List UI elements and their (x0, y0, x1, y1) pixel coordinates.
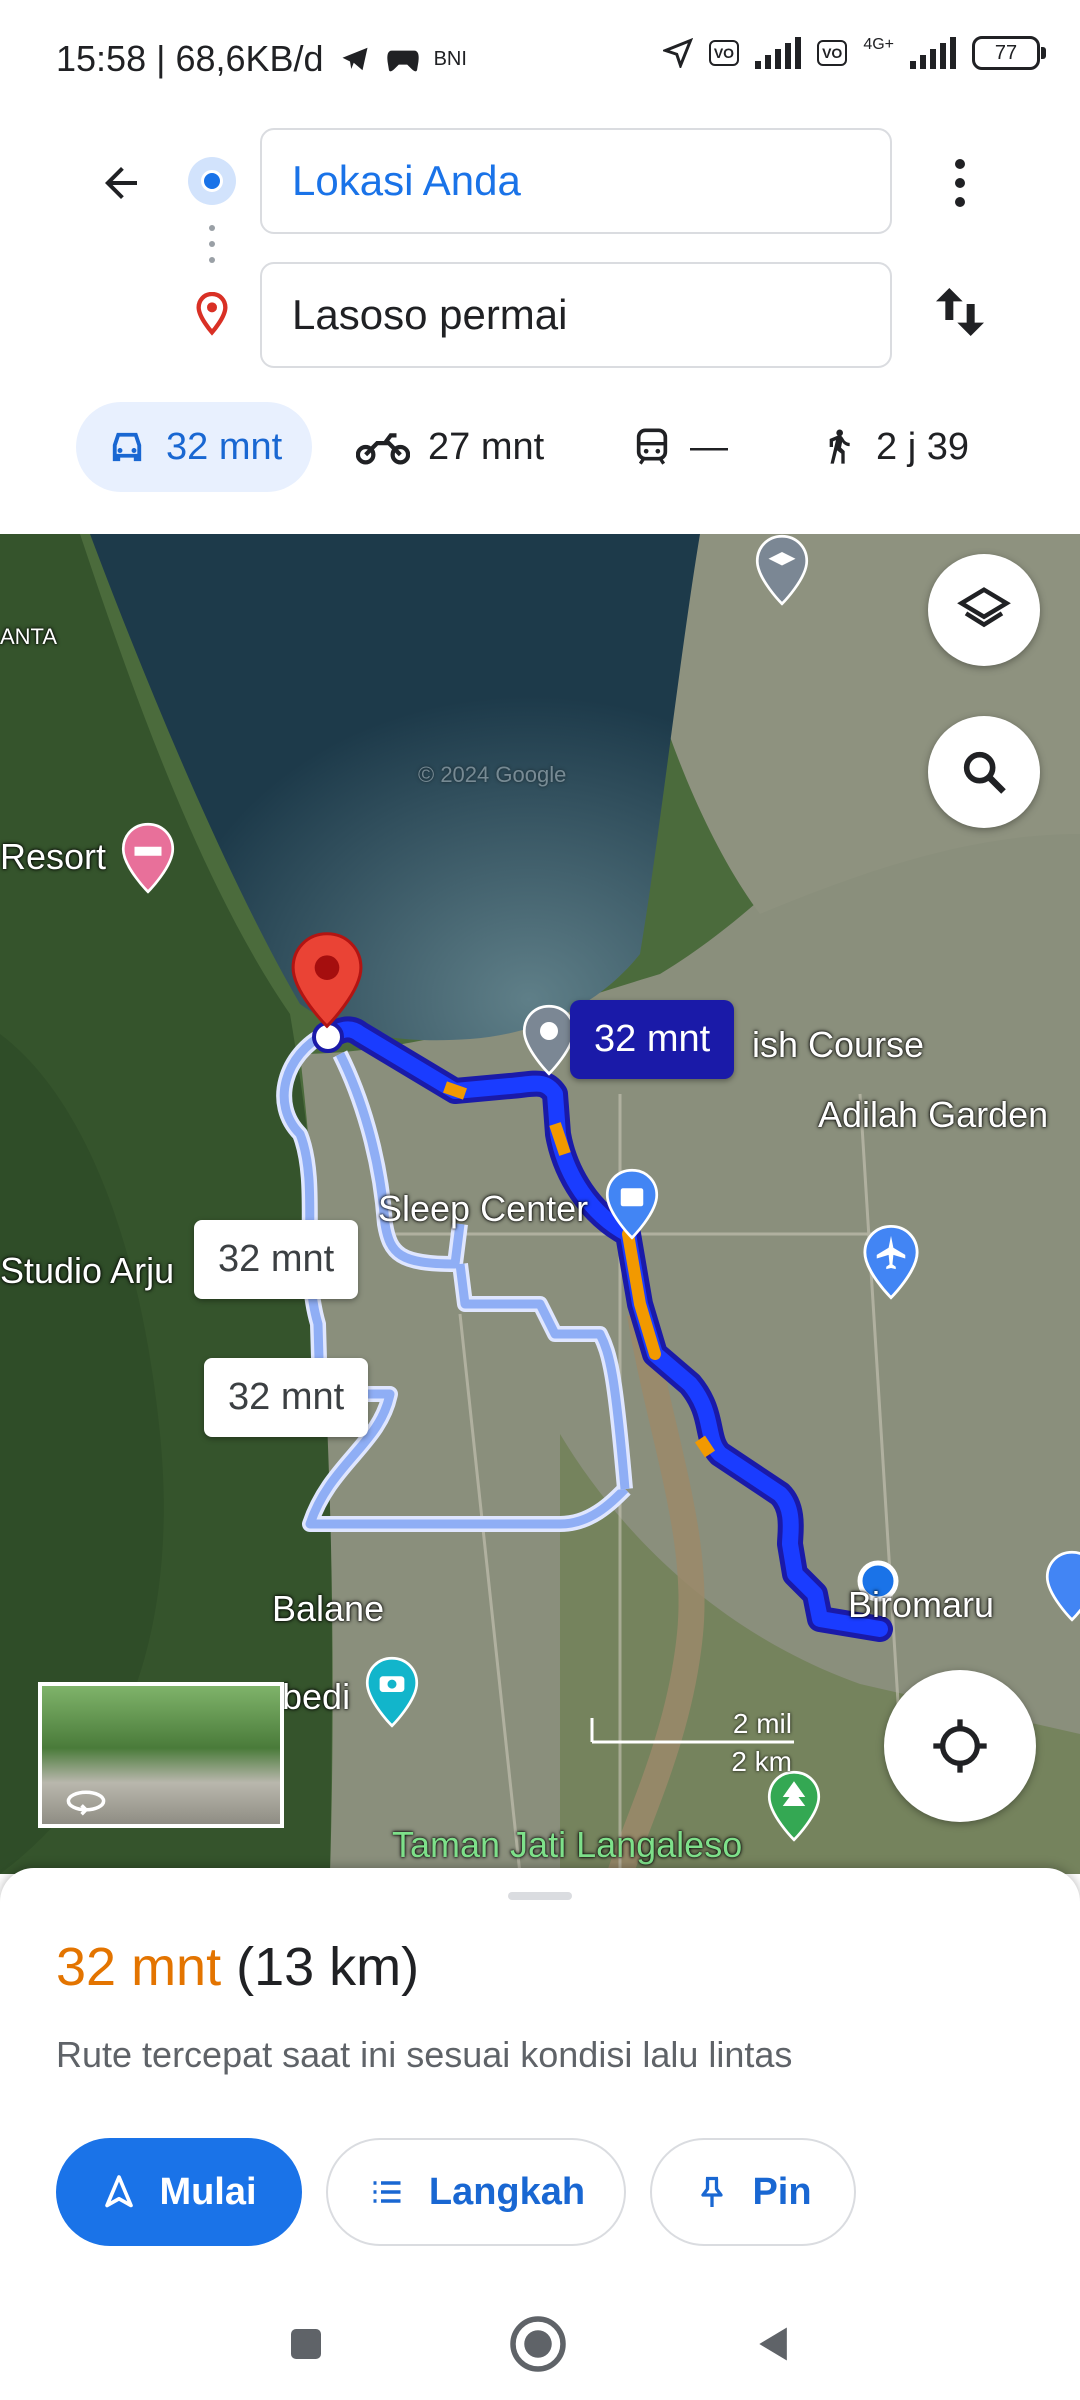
transit-icon (636, 428, 668, 465)
signal-icon-2 (910, 37, 956, 69)
layers-button[interactable] (928, 554, 1040, 666)
mode-motorcycle-label: 27 mnt (428, 425, 545, 468)
mode-car[interactable]: 32 mnt (76, 402, 313, 492)
search-icon (963, 751, 1006, 794)
map-label-resort[interactable]: Resort (0, 836, 106, 878)
start-navigation-button[interactable]: Mulai (56, 2138, 302, 2246)
triangle-back-icon (759, 2327, 787, 2361)
more-options-button[interactable] (935, 150, 985, 216)
scale-km: 2 km (731, 1746, 792, 1777)
route-bubble-selected[interactable]: 32 mnt (570, 1000, 735, 1079)
layers-icon (957, 587, 1011, 628)
swap-vertical-icon (936, 288, 984, 336)
store-marker-icon[interactable] (1044, 1550, 1080, 1622)
destination-input[interactable]: Lasoso permai (260, 262, 892, 368)
home-circle-icon (510, 2316, 566, 2372)
map-label-taman[interactable]: Taman Jati Langaleso (392, 1824, 742, 1866)
steps-label: Langkah (428, 2170, 586, 2213)
arrow-back-icon (105, 167, 137, 199)
map-view[interactable]: ANTA Resort ish Course Adilah Garden Sle… (0, 534, 1080, 1874)
my-location-button[interactable] (884, 1670, 1036, 1822)
game-controller-icon (386, 50, 419, 72)
street-view-thumbnail[interactable] (38, 1682, 284, 1828)
origin-input[interactable]: Lokasi Anda (260, 128, 892, 234)
home-button[interactable] (502, 2308, 574, 2380)
map-label-bedi[interactable]: bedi (282, 1676, 350, 1718)
route-summary: 32 mnt (13 km) (56, 1936, 419, 1998)
map-label-anta: ANTA (0, 624, 58, 649)
volte-icon-2: VO (817, 40, 848, 66)
map-label-sleep-center[interactable]: Sleep Center (378, 1188, 588, 1230)
back-button[interactable] (88, 150, 154, 216)
shopping-marker-icon[interactable] (604, 1168, 660, 1240)
scale-miles: 2 mil (732, 1708, 792, 1739)
map-label-course[interactable]: ish Course (752, 1024, 924, 1066)
sheet-drag-handle[interactable] (508, 1892, 572, 1900)
navigation-arrow-icon (105, 2175, 134, 2208)
steps-button[interactable]: Langkah (326, 2138, 626, 2246)
recents-button[interactable] (270, 2308, 342, 2380)
mode-transit[interactable]: — (632, 402, 728, 492)
place-marker-icon[interactable] (522, 1004, 576, 1076)
destination-pin-icon (192, 291, 232, 341)
map-label-garden[interactable]: Adilah Garden (818, 1094, 1048, 1136)
location-arrow-icon (662, 38, 693, 68)
carrier-tag: BNI (433, 47, 467, 70)
telegram-icon (342, 47, 368, 71)
car-icon (112, 432, 142, 462)
street-view-360-icon (66, 1790, 106, 1816)
origin-dot-icon (188, 157, 236, 205)
mode-walk-label: 2 j 39 (876, 425, 969, 468)
route-eta: 32 mnt (56, 1937, 222, 1997)
system-navigation-bar (0, 2288, 1080, 2400)
walk-icon (829, 429, 850, 464)
volte-icon: VO (708, 40, 740, 66)
attraction-marker-icon[interactable] (364, 1656, 420, 1728)
airport-marker-icon[interactable] (862, 1224, 920, 1300)
search-along-route-button[interactable] (928, 716, 1040, 828)
destination-marker-icon[interactable] (290, 930, 364, 1030)
route-bubble-alt-1[interactable]: 32 mnt (194, 1220, 359, 1299)
battery-indicator: 77 (972, 36, 1046, 70)
motorcycle-icon (356, 433, 410, 465)
park-marker-icon[interactable] (766, 1770, 822, 1842)
route-description: Rute tercepat saat ini sesuai kondisi la… (56, 2034, 793, 2075)
map-label-biromaru: Biromaru (848, 1584, 995, 1625)
status-time-speed: 15:58 | 68,6KB/d (56, 38, 324, 79)
mode-transit-label: — (690, 425, 728, 468)
list-icon (373, 2181, 401, 2203)
pushpin-icon (701, 2176, 724, 2207)
mode-car-label: 32 mnt (166, 425, 283, 468)
square-icon (291, 2329, 321, 2359)
pin-button[interactable]: Pin (650, 2138, 856, 2246)
school-marker-icon[interactable] (754, 534, 810, 606)
signal-icon (755, 37, 802, 69)
status-bar: 15:58 | 68,6KB/d BNI VO VO 4G+ 77 (0, 0, 1080, 120)
map-label-balane: Balane (272, 1588, 385, 1629)
network-type: 4G+ (863, 36, 894, 53)
route-bubble-alt-2[interactable]: 32 mnt (204, 1358, 369, 1437)
map-scale: 2 mil 2 km (590, 1708, 796, 1777)
back-nav-button[interactable] (738, 2308, 810, 2380)
swap-locations-button[interactable] (928, 280, 992, 344)
mode-motorcycle[interactable]: 27 mnt (356, 402, 544, 492)
route-distance: (13 km) (236, 1937, 420, 1997)
pin-label: Pin (752, 2170, 812, 2213)
map-label-studio[interactable]: Studio Arju (0, 1250, 174, 1292)
my-location-icon (933, 1719, 987, 1773)
map-watermark: © 2024 Google (418, 762, 567, 787)
mode-walk[interactable]: 2 j 39 (818, 402, 969, 492)
route-connector (209, 225, 215, 273)
travel-modes: 32 mnt 27 mnt — 2 j 39 (0, 402, 1080, 492)
hotel-marker-icon[interactable] (120, 822, 176, 894)
start-label: Mulai (159, 2170, 257, 2213)
